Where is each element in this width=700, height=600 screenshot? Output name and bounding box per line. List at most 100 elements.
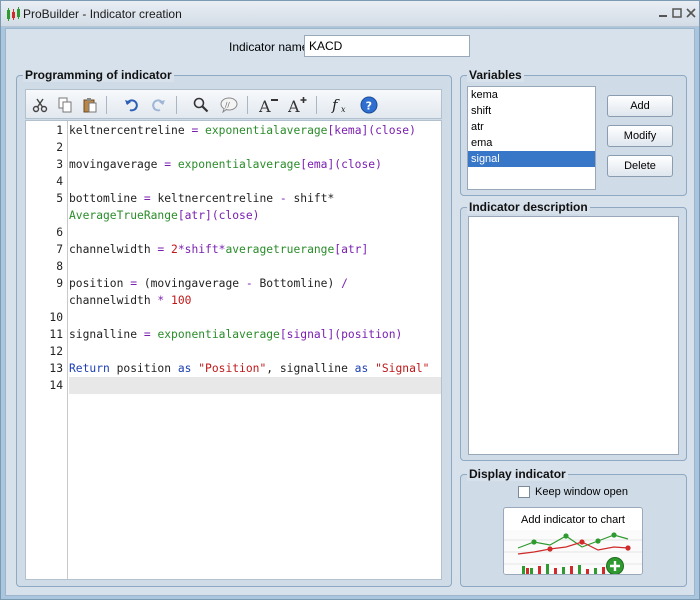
variables-panel: Variables kema shift atr ema signal Add Modi… — [460, 68, 687, 196]
code-token: as — [354, 362, 376, 375]
code-token: signalline — [69, 328, 144, 341]
line-number: 1 — [56, 124, 63, 137]
code-line[interactable]: channelwidth = 2*shift*averagetruerange[… — [69, 241, 441, 258]
display-panel: Display indicator Keep window open Add i… — [460, 467, 687, 587]
code-token: "Signal" — [375, 362, 430, 375]
line-number: 5 — [56, 192, 63, 205]
code-token: - — [279, 192, 294, 205]
delete-variable-button[interactable]: Delete — [607, 155, 673, 177]
line-number: 7 — [56, 243, 63, 256]
line-number — [26, 292, 63, 309]
code-token: = — [191, 124, 206, 137]
cut-icon[interactable] — [30, 95, 50, 115]
code-token: [ema](close) — [300, 158, 382, 171]
code-token: averagetruerange — [225, 243, 335, 256]
code-token: shift* — [293, 192, 335, 205]
code-line[interactable] — [69, 309, 441, 326]
code-token: channelwidth — [69, 243, 158, 256]
add-indicator-to-chart-button[interactable]: Add indicator to chart — [503, 507, 643, 575]
description-panel: Indicator description — [460, 200, 687, 461]
comment-icon[interactable]: // — [219, 95, 239, 115]
redo-icon[interactable] — [148, 95, 168, 115]
code-line[interactable]: position = (movingaverage - Bottomline) … — [69, 275, 441, 292]
display-title: Display indicator — [467, 467, 568, 481]
code-token: * — [157, 294, 172, 307]
code-line[interactable] — [69, 139, 441, 156]
code-token: "Position" — [198, 362, 267, 375]
probuilder-window: ProBuilder - Indicator creation Indicato… — [0, 0, 700, 600]
code-token: , signalline — [266, 362, 355, 375]
code-token: 2 — [171, 243, 178, 256]
code-line[interactable] — [69, 377, 441, 394]
function-icon[interactable]: fx — [331, 95, 351, 115]
indicator-name-input[interactable] — [304, 35, 470, 57]
code-line[interactable]: keltnercentreline = exponentialaverage[k… — [69, 122, 441, 139]
code-line[interactable] — [69, 343, 441, 360]
line-number: 8 — [56, 260, 63, 273]
programming-panel: Programming of indicator // A A f x ? 1 … — [16, 68, 452, 587]
close-icon[interactable] — [683, 6, 699, 22]
code-token: position — [69, 277, 131, 290]
code-line[interactable]: signalline = exponentialaverage[signal](… — [69, 326, 441, 343]
search-icon[interactable] — [191, 95, 211, 115]
code-token: [atr] — [334, 243, 369, 256]
svg-text://: // — [225, 101, 230, 109]
copy-icon[interactable] — [55, 95, 75, 115]
variables-list[interactable]: kema shift atr ema signal — [467, 86, 596, 190]
editor-toolbar: // A A fx ? — [25, 89, 442, 119]
svg-text:?: ? — [366, 100, 372, 113]
line-number-gutter: 1 2 3 4 5 6 7 8 9 10 11 12 13 14 — [26, 121, 68, 579]
code-token: = — [143, 192, 158, 205]
code-line[interactable]: bottomline = keltnercentreline - shift* — [69, 190, 441, 207]
add-variable-button[interactable]: Add — [607, 95, 673, 117]
help-icon[interactable]: ? — [359, 95, 379, 115]
code-token: Bottomline) — [259, 277, 342, 290]
line-number: 2 — [56, 141, 63, 154]
variable-item[interactable]: shift — [468, 103, 595, 119]
variable-item[interactable]: kema — [468, 87, 595, 103]
code-line[interactable]: AverageTrueRange[atr](close) — [69, 207, 441, 224]
window-title: ProBuilder - Indicator creation — [23, 7, 182, 21]
code-token: [kema](close) — [327, 124, 416, 137]
code-line[interactable] — [69, 258, 441, 275]
code-token: as — [177, 362, 199, 375]
variable-item[interactable]: ema — [468, 135, 595, 151]
code-token: keltnercentreline — [69, 124, 192, 137]
code-token: channelwidth — [69, 294, 158, 307]
code-token: exponentialaverage — [205, 124, 328, 137]
modify-variable-button[interactable]: Modify — [607, 125, 673, 147]
code-token: exponentialaverage — [157, 328, 280, 341]
code-line[interactable] — [69, 173, 441, 190]
keep-window-open-row[interactable]: Keep window open — [518, 486, 628, 498]
increase-font-icon[interactable]: A — [288, 95, 308, 115]
code-line[interactable]: channelwidth * 100 — [69, 292, 441, 309]
code-token: position — [116, 362, 178, 375]
code-line[interactable]: movingaverage = exponentialaverage[ema](… — [69, 156, 441, 173]
variable-item[interactable]: atr — [468, 119, 595, 135]
keep-window-open-checkbox[interactable] — [518, 486, 530, 498]
code-token: = — [130, 277, 144, 290]
code-line[interactable] — [69, 224, 441, 241]
line-number: 4 — [56, 175, 63, 188]
code-token: (movingaverage — [143, 277, 246, 290]
indicator-name-label: Indicator name — [229, 40, 309, 54]
decrease-font-icon[interactable]: A — [259, 95, 279, 115]
code-token: [atr](close) — [177, 209, 260, 222]
code-editor[interactable]: 1 2 3 4 5 6 7 8 9 10 11 12 13 14 keltnercentreline = … — [25, 120, 442, 580]
paste-icon[interactable] — [80, 95, 100, 115]
undo-icon[interactable] — [122, 95, 142, 115]
description-title: Indicator description — [467, 200, 590, 214]
code-token: 100 — [171, 294, 192, 307]
programming-title: Programming of indicator — [23, 68, 174, 82]
description-textarea[interactable] — [468, 216, 679, 455]
line-number: 12 — [49, 345, 63, 358]
variable-item[interactable]: signal — [468, 151, 595, 167]
title-bar[interactable]: ProBuilder - Indicator creation — [1, 1, 699, 27]
code-token: keltnercentreline — [157, 192, 280, 205]
chart-preview-icon — [504, 530, 642, 574]
code-token: Return — [69, 362, 117, 375]
svg-text:A: A — [288, 97, 300, 114]
add-indicator-label: Add indicator to chart — [521, 514, 625, 526]
code-line[interactable]: Return position as "Position", signallin… — [69, 360, 441, 377]
line-number: 14 — [49, 379, 63, 392]
